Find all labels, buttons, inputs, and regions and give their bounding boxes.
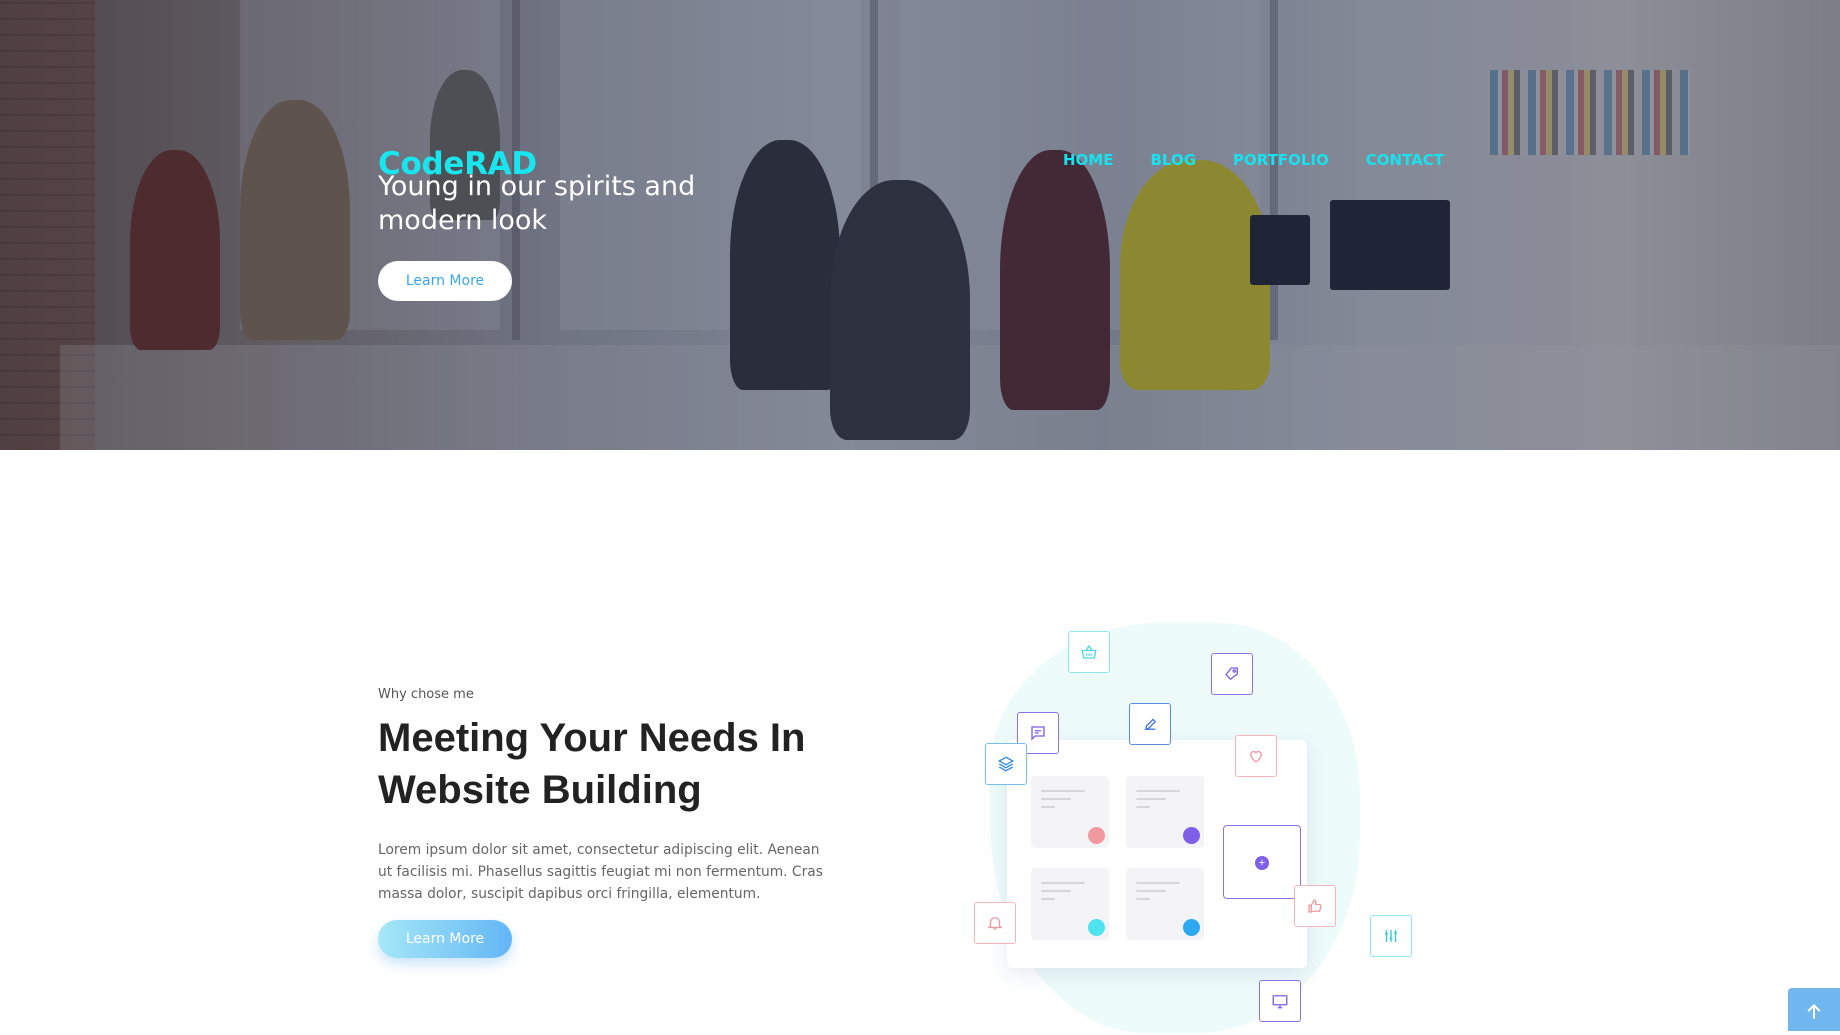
edit-icon: [1129, 703, 1171, 745]
nav-link-portfolio[interactable]: PORTFOLIO: [1233, 151, 1329, 169]
content-tile: [1126, 868, 1204, 940]
heart-icon: [1235, 735, 1277, 777]
nav-link-blog[interactable]: BLOG: [1150, 151, 1196, 169]
section-learn-more-button[interactable]: Learn More: [378, 920, 512, 958]
monitor-icon: [1259, 980, 1301, 1022]
nav-link-home[interactable]: HOME: [1063, 151, 1113, 169]
arrow-up-icon: [1807, 1003, 1821, 1019]
content-tile: [1126, 776, 1204, 848]
sliders-icon: [1370, 915, 1412, 957]
content-tile: [1031, 776, 1109, 848]
add-box: +: [1223, 825, 1301, 899]
like-icon: [1294, 885, 1336, 927]
scroll-to-top-button[interactable]: [1788, 988, 1840, 1031]
website-building-illustration: +: [955, 615, 1415, 1035]
layers-icon: [985, 743, 1027, 785]
tag-icon: [1211, 653, 1253, 695]
nav-link-contact[interactable]: CONTACT: [1366, 151, 1444, 169]
hero-tagline: Young in our spirits and modern look: [378, 171, 696, 236]
bell-icon: [974, 902, 1016, 944]
hero-learn-more-button[interactable]: Learn More: [378, 261, 512, 301]
section-paragraph: Lorem ipsum dolor sit amet, consectetur …: [378, 842, 823, 902]
hero-section: CodeRAD Young in our spirits and modern …: [0, 0, 1840, 450]
section-eyebrow: Why chose me: [378, 687, 474, 702]
section-heading: Meeting Your Needs In Website Building: [378, 716, 806, 812]
content-tile: [1031, 868, 1109, 940]
main-nav: HOME BLOG PORTFOLIO CONTACT: [1063, 151, 1481, 169]
basket-icon: [1068, 631, 1110, 673]
plus-icon: +: [1255, 856, 1269, 870]
